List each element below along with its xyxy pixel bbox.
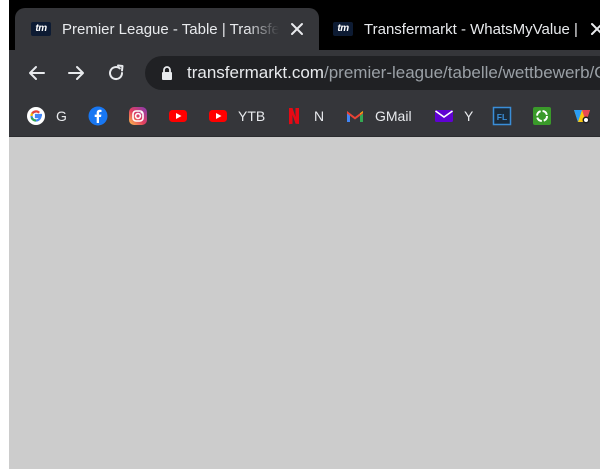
browser-toolbar: transfermarkt.com/premier-league/tabelle… (9, 50, 600, 96)
bookmark-label: GMail (375, 108, 412, 124)
gmail-icon (345, 106, 365, 126)
arrow-left-icon (29, 66, 45, 80)
tab-title: Premier League - Table | Transfermarkt (62, 20, 279, 38)
tab-title: Transfermarkt - WhatsMyValue | Transferm… (364, 20, 579, 38)
facebook-icon (88, 106, 108, 126)
bookmark-ytb[interactable]: YTB (208, 104, 265, 128)
tab-premier-league-table[interactable]: tm Premier League - Table | Transfermark… (15, 8, 319, 50)
reload-button[interactable] (100, 57, 132, 89)
bookmark-gmail[interactable]: GMail (345, 104, 412, 128)
tab-strip: tm Premier League - Table | Transfermark… (9, 0, 600, 50)
youtube-icon (168, 106, 188, 126)
yahoo-mail-icon (434, 106, 454, 126)
transfermarkt-favicon-icon: tm (31, 22, 51, 36)
arrow-right-icon (68, 66, 84, 80)
multicolor-icon (572, 106, 592, 126)
bookmark-yahoo-mail[interactable]: Y (434, 104, 473, 128)
bookmark-label: Y (464, 108, 474, 124)
svg-text:FL: FL (497, 112, 507, 122)
bookmark-label: G (56, 108, 67, 124)
bookmark-instagram[interactable] (128, 104, 148, 128)
address-bar[interactable]: transfermarkt.com/premier-league/tabelle… (145, 56, 600, 90)
url-path: /premier-league/tabelle/wettbewerb/GB1 (323, 63, 600, 82)
instagram-icon (128, 106, 148, 126)
bookmark-facebook[interactable] (88, 104, 108, 128)
green-circle-icon (532, 106, 552, 126)
bookmark-fl[interactable]: FL (492, 104, 512, 128)
lock-icon[interactable] (159, 65, 175, 81)
bookmark-multicolor[interactable] (572, 104, 592, 128)
page-content[interactable] (9, 137, 600, 469)
bookmark-label: YTB (238, 108, 266, 124)
reload-icon (109, 64, 124, 81)
browser-window: tm Premier League - Table | Transfermark… (9, 0, 600, 469)
bookmark-youtube[interactable] (168, 104, 188, 128)
google-icon (26, 106, 46, 126)
url-domain: transfermarkt.com (187, 63, 324, 82)
fl-icon: FL (492, 106, 512, 126)
bookmark-google[interactable]: G (26, 104, 67, 128)
close-tab-icon[interactable] (585, 17, 600, 41)
desktop-edge (0, 0, 9, 469)
tab-whatsmyvalue[interactable]: tm Transfermarkt - WhatsMyValue | Transf… (319, 8, 600, 50)
bookmarks-bar: G YTB N GMail Y FL (9, 96, 600, 137)
youtube-icon (208, 106, 228, 126)
forward-button[interactable] (60, 57, 92, 89)
url-text: transfermarkt.com/premier-league/tabelle… (187, 63, 600, 83)
back-button[interactable] (21, 57, 53, 89)
bookmark-green-circle[interactable] (532, 104, 552, 128)
netflix-icon (284, 106, 304, 126)
bookmark-label: N (314, 108, 325, 124)
screenshot-frame: tm Premier League - Table | Transfermark… (0, 0, 600, 469)
bookmark-netflix[interactable]: N (284, 104, 324, 128)
close-tab-icon[interactable] (285, 17, 309, 41)
transfermarkt-favicon-icon: tm (333, 22, 353, 36)
